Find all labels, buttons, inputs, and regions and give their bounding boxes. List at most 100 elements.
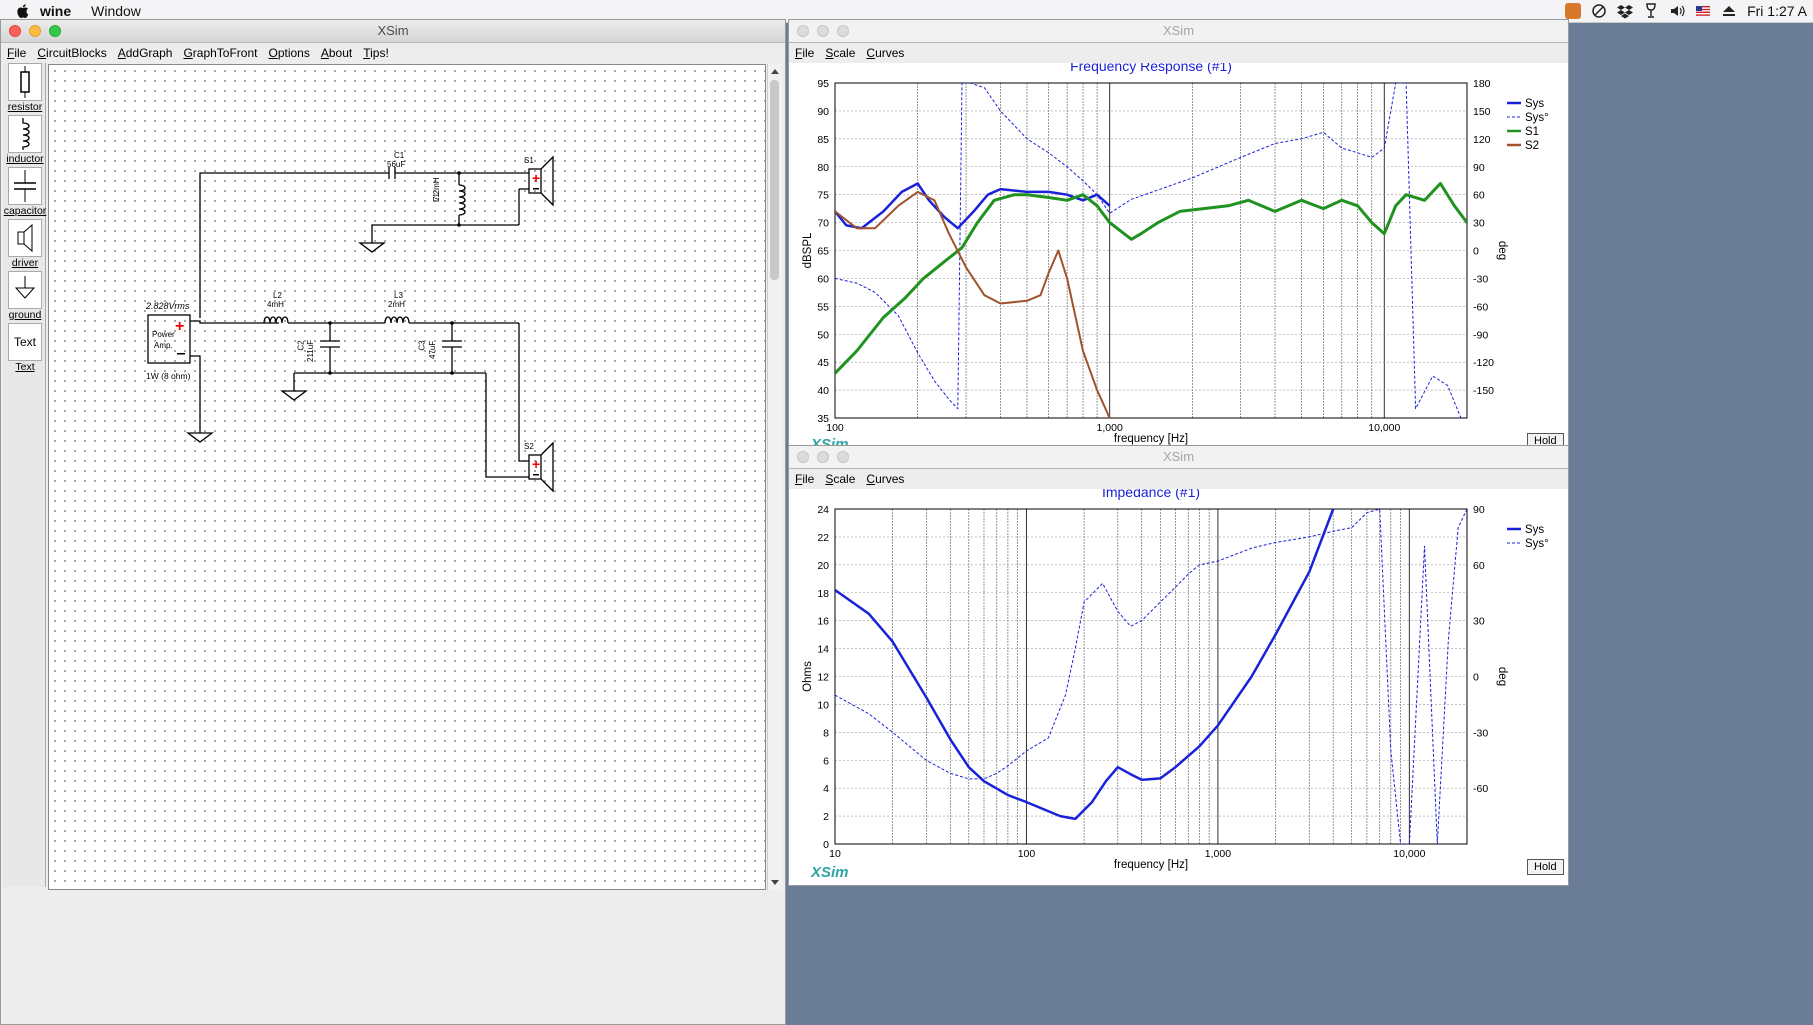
schematic-canvas[interactable]: + + + 2.828Vrms Power Amp. 1W (8 ohm) C1… — [48, 64, 766, 890]
y-tick-label: 24 — [817, 504, 829, 516]
tool-capacitor[interactable]: capacitor — [3, 167, 47, 217]
minimize-button[interactable] — [817, 451, 829, 463]
menu-circuitblocks[interactable]: CircuitBlocks — [37, 46, 106, 60]
y-tick-label: 2 — [823, 811, 829, 823]
menu-window[interactable]: Window — [91, 3, 141, 19]
tool-inductor[interactable]: inductor — [5, 115, 45, 165]
chart-title: Impedance (#1) — [1102, 489, 1200, 500]
hold-button[interactable]: Hold — [1527, 859, 1564, 875]
y-tick-label: 45 — [817, 357, 829, 369]
menu-file[interactable]: File — [795, 46, 814, 60]
menu-file[interactable]: File — [7, 46, 26, 60]
schematic-drawing: + + + — [147, 155, 554, 493]
minimize-button[interactable] — [29, 25, 41, 37]
x-tick-label: 100 — [1018, 848, 1036, 860]
y-tick-label: 20 — [817, 560, 829, 572]
frequency-response-chart[interactable]: 35404550556065707580859095-150-120-90-60… — [789, 63, 1568, 446]
pencil-icon[interactable] — [1565, 3, 1582, 19]
zoom-button[interactable] — [837, 451, 849, 463]
y-tick-label: 10 — [817, 699, 829, 711]
imp-menubar: File Scale Curves — [789, 469, 1568, 489]
l2-value: 4mH — [267, 300, 284, 309]
dropbox-icon[interactable] — [1617, 3, 1634, 19]
y-tick-label: 14 — [817, 644, 829, 656]
c2-value: 211uF — [306, 339, 315, 362]
vertical-scrollbar[interactable] — [767, 64, 782, 890]
menu-graphtofront[interactable]: GraphToFront — [183, 46, 257, 60]
scroll-up-arrow-icon[interactable] — [768, 66, 782, 76]
circuit-window-titlebar[interactable]: XSim — [1, 20, 785, 43]
y2-tick-label: 60 — [1473, 190, 1485, 202]
do-not-disturb-icon[interactable] — [1591, 3, 1607, 19]
menu-tips[interactable]: Tips! — [363, 46, 389, 60]
x-tick-label: 100 — [826, 422, 844, 434]
tool-text[interactable]: Text Text — [5, 323, 45, 373]
c2-name[interactable]: C2 — [297, 340, 306, 350]
legend-entry: Sys — [1525, 98, 1544, 110]
y-tick-label: 70 — [817, 218, 829, 230]
y2-tick-label: -90 — [1473, 329, 1488, 341]
xsim-logo: XSim — [811, 864, 849, 881]
amp-label-power: Power — [152, 330, 175, 339]
menu-scale[interactable]: Scale — [825, 472, 855, 486]
tool-ground-label: ground — [8, 309, 42, 321]
wine-glass-icon[interactable] — [1643, 3, 1659, 19]
c1-value: 56uF — [387, 160, 406, 169]
tool-capacitor-label: capacitor — [3, 205, 47, 217]
menu-file[interactable]: File — [795, 472, 814, 486]
impedance-chart[interactable]: 024681012141618202224-60-30030609010 100 1… — [789, 489, 1568, 885]
y-axis-label: Ohms — [802, 661, 814, 692]
l3-name[interactable]: L3 — [394, 291, 403, 300]
minimize-button[interactable] — [817, 25, 829, 37]
y2-tick-label: 0 — [1473, 246, 1479, 258]
y2-tick-label: 120 — [1473, 134, 1491, 146]
y2-tick-label: -60 — [1473, 783, 1488, 795]
us-flag-icon[interactable] — [1695, 3, 1711, 19]
s2-name[interactable]: S2 — [524, 442, 534, 451]
y-tick-label: 16 — [817, 616, 829, 628]
scrollbar-thumb[interactable] — [770, 80, 779, 280]
y2-tick-label: 30 — [1473, 218, 1485, 230]
tool-ground[interactable]: ground — [5, 271, 45, 321]
apple-icon[interactable] — [16, 3, 30, 19]
svg-text:+: + — [532, 456, 540, 472]
svg-text:+: + — [532, 170, 540, 186]
menubar-clock[interactable]: Fri 1:27 A — [1747, 3, 1807, 19]
app-menu-wine[interactable]: wine — [40, 3, 71, 19]
s1-name[interactable]: S1 — [524, 156, 534, 165]
y2-tick-label: 90 — [1473, 504, 1485, 516]
menu-curves[interactable]: Curves — [866, 472, 904, 486]
freq-window-titlebar[interactable]: XSim — [789, 20, 1568, 43]
y-tick-label: 80 — [817, 162, 829, 174]
y-tick-label: 95 — [817, 78, 829, 90]
y-tick-label: 85 — [817, 134, 829, 146]
c1-name[interactable]: C1 — [394, 151, 404, 160]
source-power-label: 1W (8 ohm) — [146, 371, 191, 381]
volume-icon[interactable] — [1669, 3, 1685, 19]
eject-icon[interactable] — [1721, 3, 1737, 19]
y-tick-label: 6 — [823, 755, 829, 767]
l1-value: 7.2mH — [432, 177, 441, 201]
x-axis-label: frequency [Hz] — [1114, 433, 1188, 445]
close-button[interactable] — [797, 25, 809, 37]
l2-name[interactable]: L2 — [273, 291, 282, 300]
menu-scale[interactable]: Scale — [825, 46, 855, 60]
y2-tick-label: 180 — [1473, 78, 1491, 90]
series-line-s2 — [835, 190, 1111, 418]
y2-tick-label: 150 — [1473, 106, 1491, 118]
scroll-down-arrow-icon[interactable] — [768, 878, 782, 888]
close-button[interactable] — [9, 25, 21, 37]
menu-curves[interactable]: Curves — [866, 46, 904, 60]
ground-icon — [14, 276, 36, 299]
tool-resistor[interactable]: resistor — [5, 63, 45, 113]
menu-about[interactable]: About — [321, 46, 352, 60]
zoom-button[interactable] — [837, 25, 849, 37]
menu-addgraph[interactable]: AddGraph — [118, 46, 173, 60]
menu-options[interactable]: Options — [268, 46, 309, 60]
zoom-button[interactable] — [49, 25, 61, 37]
close-button[interactable] — [797, 451, 809, 463]
imp-window-titlebar[interactable]: XSim — [789, 446, 1568, 469]
tool-driver[interactable]: driver — [5, 219, 45, 269]
c3-name[interactable]: C3 — [418, 340, 427, 350]
x-tick-label: 10,000 — [1393, 848, 1425, 860]
